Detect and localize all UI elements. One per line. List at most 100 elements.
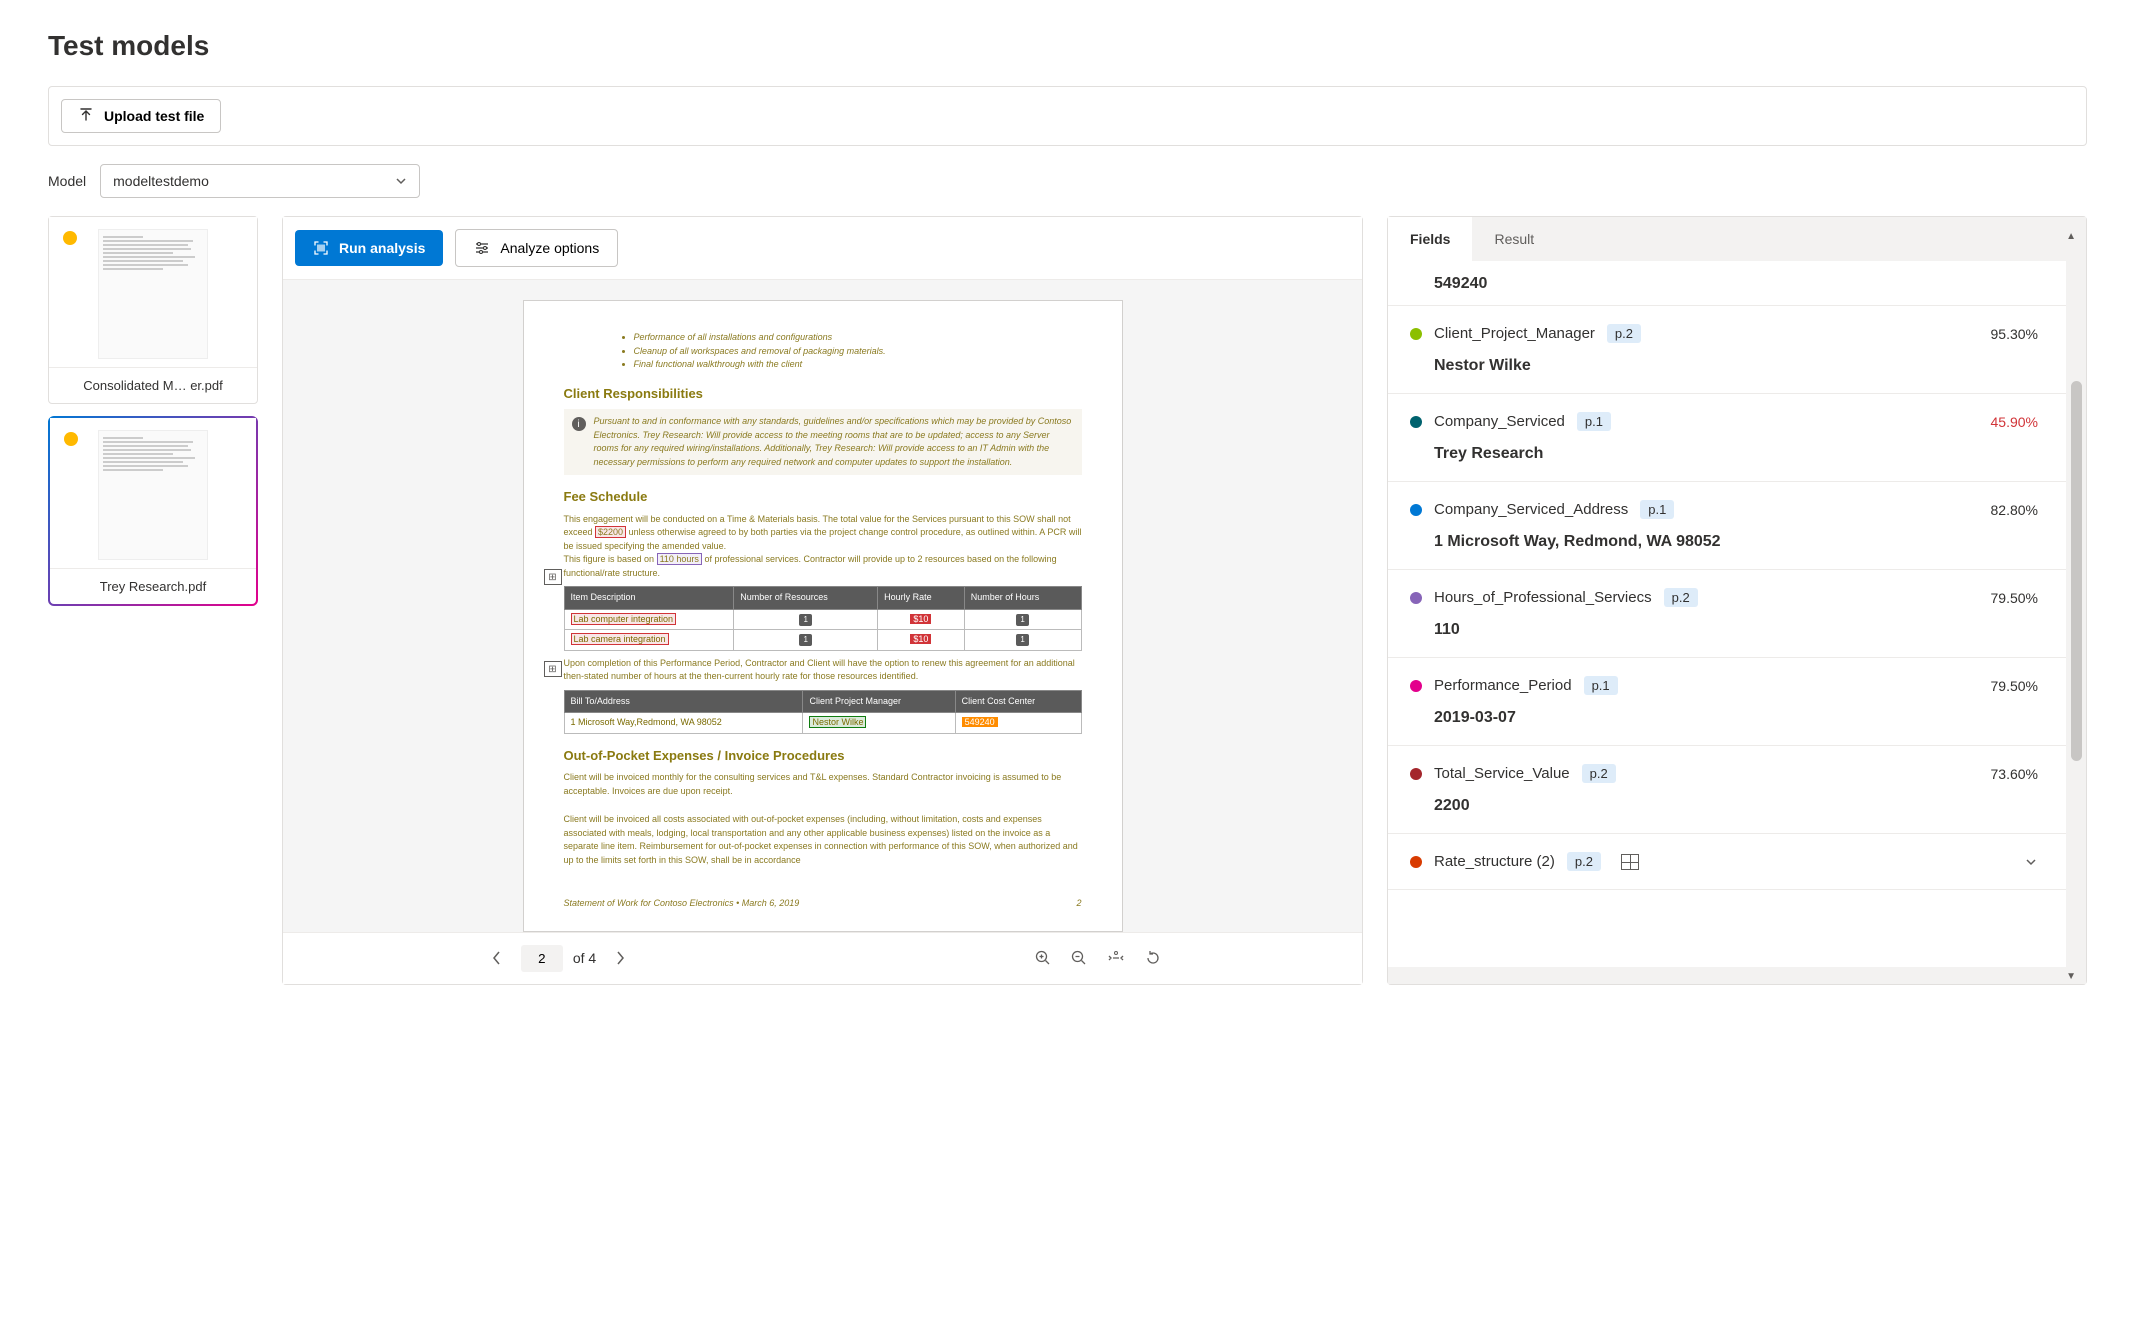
doc-bullets: Performance of all installations and con… xyxy=(634,331,1082,372)
tab-fields[interactable]: Fields xyxy=(1388,217,1472,261)
info-icon: i xyxy=(572,417,586,431)
field-name-label: Client_Project_Manager xyxy=(1434,325,1595,342)
paging-controls: of 4 xyxy=(483,945,634,972)
prev-page-button[interactable] xyxy=(483,946,511,970)
cell: 1 Microsoft Way,Redmond, WA 98052 xyxy=(564,713,803,734)
scrollbar-thumb[interactable] xyxy=(2071,381,2082,761)
highlight-hours: 110 hours xyxy=(657,553,702,565)
fields-list[interactable]: 549240 Client_Project_Managerp.295.30%Ne… xyxy=(1388,261,2086,967)
results-panel: Fields Result ▲ 549240 Client_Project_Ma… xyxy=(1387,216,2087,985)
document-scroll-area[interactable]: Performance of all installations and con… xyxy=(283,280,1362,932)
field-page-badge: p.1 xyxy=(1584,676,1618,695)
file-card-trey-research[interactable]: Trey Research.pdf xyxy=(48,416,258,606)
table-marker-icon[interactable]: ⊞ xyxy=(544,661,562,677)
upload-button-label: Upload test file xyxy=(104,108,204,124)
analyze-options-button[interactable]: Analyze options xyxy=(455,229,618,267)
field-page-badge: p.2 xyxy=(1607,324,1641,343)
field-value: Trey Research xyxy=(1434,445,2038,463)
field-page-badge: p.1 xyxy=(1640,500,1674,519)
doc-heading-client-responsibilities: Client Responsibilities xyxy=(564,384,1082,404)
zoom-in-button[interactable] xyxy=(1034,949,1052,967)
model-select[interactable]: modeltestdemo xyxy=(100,164,420,198)
field-row[interactable]: Performance_Periodp.179.50%2019-03-07 xyxy=(1388,658,2066,746)
doc-page-footer: Statement of Work for Contoso Electronic… xyxy=(564,897,1082,911)
doc-bullet: Final functional walkthrough with the cl… xyxy=(634,358,1082,372)
th: Number of Resources xyxy=(734,587,878,610)
tab-result[interactable]: Result xyxy=(1472,217,1556,261)
doc-bullet: Cleanup of all workspaces and removal of… xyxy=(634,345,1082,359)
field-page-badge: p.2 xyxy=(1582,764,1616,783)
doc-controls: of 4 xyxy=(283,932,1362,984)
doc-table-billto: Bill To/Address Client Project Manager C… xyxy=(564,690,1082,734)
field-name-label: Total_Service_Value xyxy=(1434,765,1570,782)
th: Hourly Rate xyxy=(878,587,965,610)
doc-body-text: Upon completion of this Performance Peri… xyxy=(564,657,1082,684)
file-card-consolidated[interactable]: Consolidated M… er.pdf xyxy=(48,216,258,404)
field-color-dot xyxy=(1410,328,1422,340)
status-dot-icon xyxy=(63,231,77,245)
run-analysis-label: Run analysis xyxy=(339,240,425,256)
field-color-dot xyxy=(1410,768,1422,780)
field-row[interactable]: Client_Project_Managerp.295.30%Nestor Wi… xyxy=(1388,306,2066,394)
field-value: 1 Microsoft Way, Redmond, WA 98052 xyxy=(1434,533,2038,551)
highlight-total-value: $2200 xyxy=(595,526,626,538)
field-row[interactable]: Company_Servicedp.145.90%Trey Research xyxy=(1388,394,2066,482)
field-name-label: Company_Serviced_Address xyxy=(1434,501,1628,518)
field-row[interactable]: Hours_of_Professional_Serviecsp.279.50%1… xyxy=(1388,570,2066,658)
run-analysis-button[interactable]: Run analysis xyxy=(295,230,443,266)
field-name-label: Performance_Period xyxy=(1434,677,1572,694)
field-row[interactable]: Total_Service_Valuep.273.60%2200 xyxy=(1388,746,2066,834)
cell-highlight: Lab camera integration xyxy=(571,633,669,645)
doc-heading-oop: Out-of-Pocket Expenses / Invoice Procedu… xyxy=(564,746,1082,766)
status-dot-icon xyxy=(64,432,78,446)
chevron-down-icon[interactable] xyxy=(2024,855,2038,869)
th: Number of Hours xyxy=(964,587,1081,610)
fit-view-button[interactable] xyxy=(1106,949,1126,967)
doc-body-text: Pursuant to and in conformance with any … xyxy=(594,415,1074,469)
doc-body-text: Client will be invoiced monthly for the … xyxy=(564,771,1082,798)
scroll-up-icon[interactable]: ▲ xyxy=(2066,231,2076,242)
cell-value: $10 xyxy=(910,614,931,624)
zoom-out-button[interactable] xyxy=(1070,949,1088,967)
field-confidence: 82.80% xyxy=(1991,502,2038,518)
cell-value: $10 xyxy=(910,634,931,644)
field-color-dot xyxy=(1410,592,1422,604)
field-confidence: 95.30% xyxy=(1991,326,2038,342)
field-color-dot xyxy=(1410,856,1422,868)
cell-value: 1 xyxy=(799,634,811,646)
field-row-rate-structure[interactable]: Rate_structure (2) p.2 xyxy=(1388,834,2066,890)
model-row: Model modeltestdemo xyxy=(48,164,2087,198)
next-page-button[interactable] xyxy=(606,946,634,970)
cell-value: 1 xyxy=(1016,634,1028,646)
th: Bill To/Address xyxy=(564,690,803,713)
cell-value: 1 xyxy=(799,614,811,626)
thumbnail-preview xyxy=(98,229,208,359)
doc-table-rate-structure: Item Description Number of Resources Hou… xyxy=(564,586,1082,651)
scrollbar-track[interactable] xyxy=(2066,261,2086,967)
page-title: Test models xyxy=(48,30,2087,62)
scroll-down-icon[interactable]: ▼ xyxy=(1388,967,2086,984)
footer-page-num: 2 xyxy=(1076,897,1081,911)
field-value: 110 xyxy=(1434,621,2038,639)
field-row-top-value: 549240 xyxy=(1388,261,2066,306)
page-number-input[interactable] xyxy=(521,945,563,972)
document-viewer: Run analysis Analyze options Performance… xyxy=(282,216,1363,985)
model-selected-value: modeltestdemo xyxy=(113,173,209,189)
upload-bar: Upload test file xyxy=(48,86,2087,146)
field-name-label: Hours_of_Professional_Serviecs xyxy=(1434,589,1652,606)
doc-info-band: i Pursuant to and in conformance with an… xyxy=(564,409,1082,475)
viewer-toolbar: Run analysis Analyze options xyxy=(283,217,1362,280)
rotate-button[interactable] xyxy=(1144,949,1162,967)
results-tabs: Fields Result ▲ xyxy=(1388,217,2086,261)
doc-body-text: Client will be invoiced all costs associ… xyxy=(564,813,1082,867)
field-confidence: 79.50% xyxy=(1991,590,2038,606)
upload-test-file-button[interactable]: Upload test file xyxy=(61,99,221,133)
field-confidence: 73.60% xyxy=(1991,766,2038,782)
table-marker-icon[interactable]: ⊞ xyxy=(544,569,562,585)
cell-value: 1 xyxy=(1016,614,1028,626)
cell-highlight: Lab computer integration xyxy=(571,613,677,625)
model-label: Model xyxy=(48,173,86,189)
file-thumb xyxy=(49,217,257,367)
field-row[interactable]: Company_Serviced_Address p.1 82.80% 1 Micro… xyxy=(1388,482,2066,570)
file-thumb xyxy=(50,418,256,568)
